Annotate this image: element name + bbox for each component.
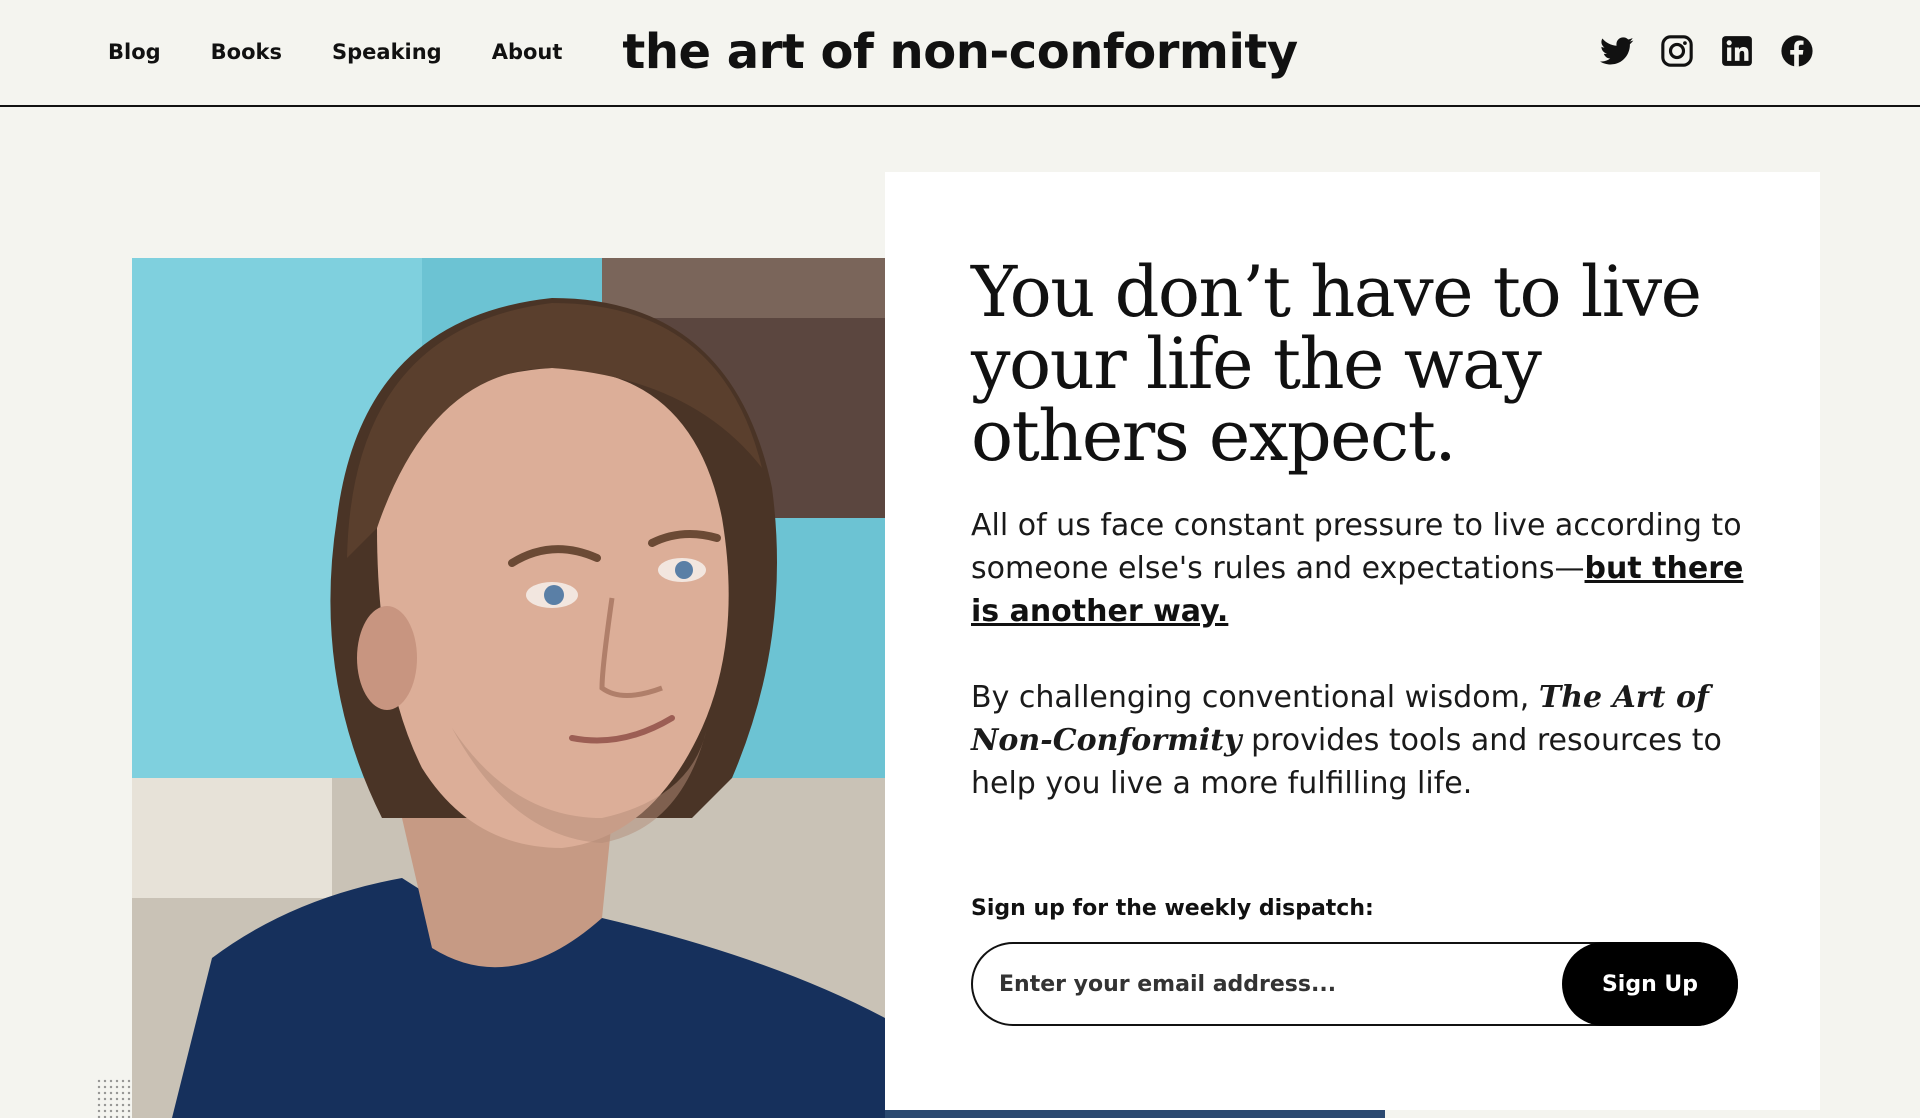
signup-form: Sign Up (971, 942, 1738, 1026)
description-pre-text: By challenging conventional wisdom, (971, 680, 1539, 715)
author-photo (132, 258, 885, 1118)
email-input[interactable] (997, 944, 1557, 1024)
social-links (1600, 34, 1814, 68)
hero-card: You don’t have to live your life the way… (885, 172, 1820, 1110)
linkedin-icon[interactable] (1720, 34, 1754, 68)
signup-label: Sign up for the weekly dispatch: (971, 896, 1374, 921)
photo-bottom-strip (885, 1110, 1385, 1118)
site-header: Blog Books Speaking About the art of non… (0, 0, 1920, 107)
hero-intro-paragraph: All of us face constant pressure to live… (971, 504, 1771, 633)
instagram-icon[interactable] (1660, 34, 1694, 68)
signup-button[interactable]: Sign Up (1562, 942, 1738, 1026)
facebook-icon[interactable] (1780, 34, 1814, 68)
hero-headline: You don’t have to live your life the way… (971, 251, 1702, 477)
dot-pattern-decoration (96, 1078, 132, 1118)
hero-description-paragraph: By challenging conventional wisdom, The … (971, 676, 1771, 805)
twitter-icon[interactable] (1600, 34, 1634, 68)
